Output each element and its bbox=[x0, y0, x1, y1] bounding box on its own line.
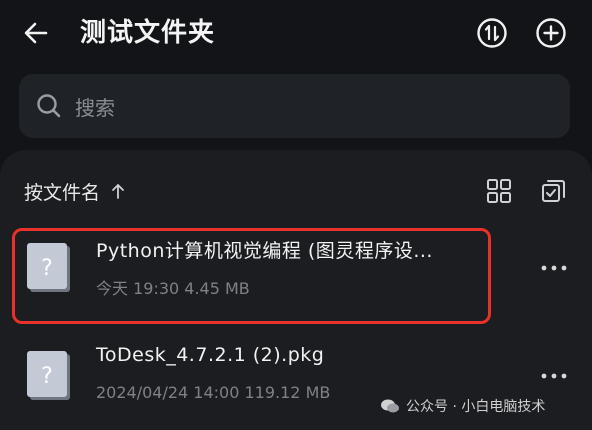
more-horizontal-icon bbox=[541, 373, 567, 379]
arrow-left-icon bbox=[24, 22, 48, 44]
sort-by-name-button[interactable]: 按文件名 bbox=[24, 176, 126, 206]
unknown-file-icon: ? bbox=[27, 243, 70, 292]
back-button[interactable] bbox=[18, 15, 54, 51]
switch-order-button[interactable] bbox=[473, 14, 511, 52]
file-meta: 2024/04/24 14:00 119.12 MB bbox=[96, 383, 331, 402]
add-button[interactable] bbox=[532, 14, 570, 52]
svg-text:?: ? bbox=[41, 256, 53, 281]
swap-vertical-icon bbox=[477, 18, 507, 48]
grid-view-button[interactable] bbox=[483, 175, 515, 207]
file-name: Python计算机视觉编程 (图灵程序设... bbox=[96, 240, 433, 262]
more-horizontal-icon bbox=[541, 265, 567, 271]
unknown-file-icon: ? bbox=[27, 351, 70, 400]
wechat-icon bbox=[380, 398, 400, 414]
arrow-up-icon bbox=[110, 182, 126, 200]
multi-select-button[interactable] bbox=[538, 175, 570, 207]
sort-label: 按文件名 bbox=[24, 181, 101, 204]
file-row-1[interactable]: ? Python计算机视觉编程 (图灵程序设... 今天 19:30 4.45 … bbox=[0, 222, 592, 318]
plus-circle-icon bbox=[536, 18, 566, 48]
file-meta: 今天 19:30 4.45 MB bbox=[96, 279, 250, 298]
svg-text:?: ? bbox=[41, 364, 53, 389]
multi-select-icon bbox=[542, 180, 565, 202]
page-title: 测试文件夹 bbox=[80, 18, 216, 48]
file-name: ToDesk_4.7.2.1 (2).pkg bbox=[96, 344, 325, 366]
watermark-text: 公众号 · 小白电脑技术 bbox=[406, 399, 546, 415]
grid-view-icon bbox=[487, 179, 511, 203]
watermark: 公众号 · 小白电脑技术 bbox=[380, 394, 545, 418]
more-options-button[interactable] bbox=[536, 250, 572, 286]
search-icon bbox=[35, 92, 63, 120]
search-placeholder: 搜索 bbox=[75, 95, 115, 120]
app-header: 测试文件夹 bbox=[0, 0, 592, 70]
more-options-button[interactable] bbox=[536, 358, 572, 394]
search-input[interactable]: 搜索 bbox=[19, 74, 570, 138]
